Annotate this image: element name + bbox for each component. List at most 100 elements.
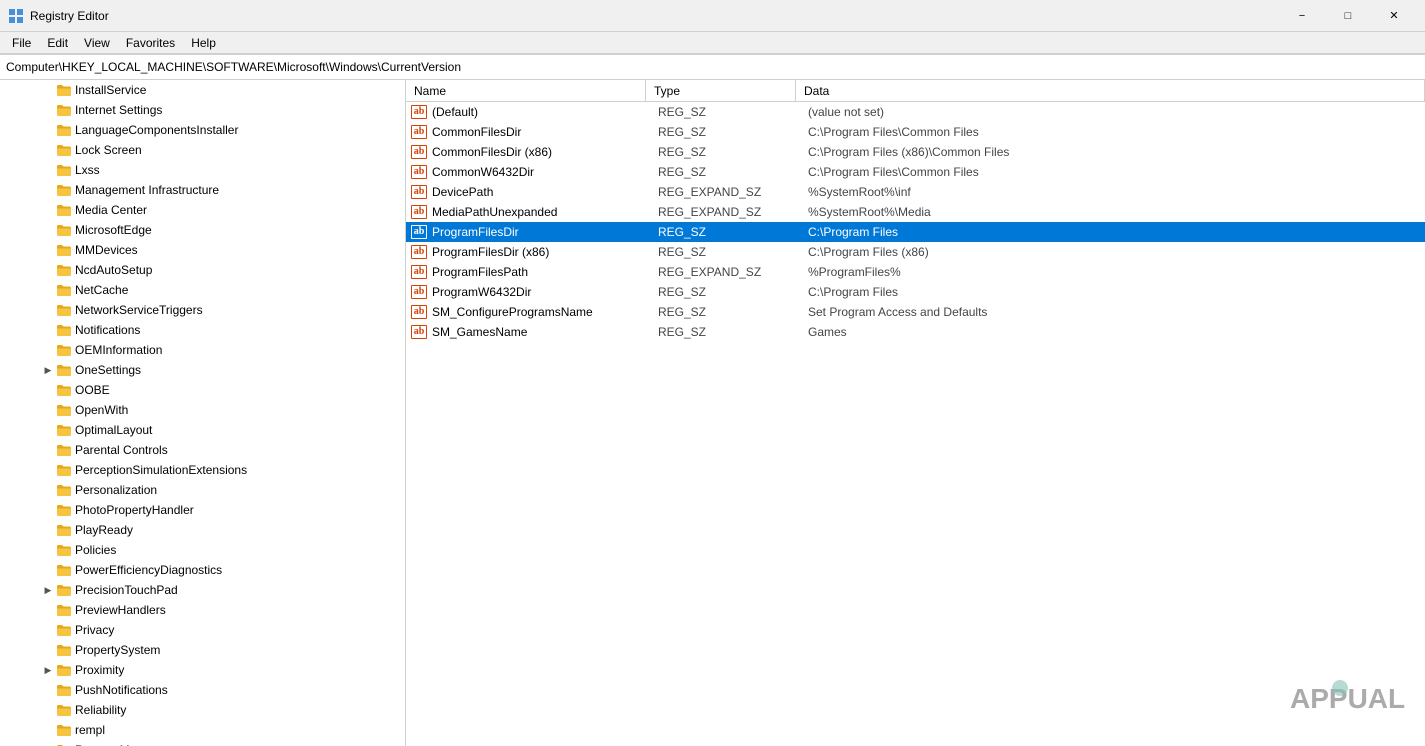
folder-icon (56, 162, 72, 178)
tree-item[interactable]: ▶ Media Center (0, 200, 405, 220)
registry-row[interactable]: ab DevicePath REG_EXPAND_SZ %SystemRoot%… (406, 182, 1425, 202)
tree-item-label: OneSettings (75, 363, 141, 377)
tree-item-label: MMDevices (75, 243, 138, 257)
close-button[interactable]: ✕ (1371, 0, 1417, 32)
folder-icon (56, 302, 72, 318)
watermark: APPUALS (1285, 673, 1405, 726)
registry-data: %SystemRoot%\Media (800, 205, 1425, 219)
tree-item[interactable]: ▶ OEMInformation (0, 340, 405, 360)
tree-item[interactable]: ▶ NetCache (0, 280, 405, 300)
registry-type: REG_SZ (650, 225, 800, 239)
expand-icon[interactable]: ▶ (40, 582, 56, 598)
registry-row[interactable]: ab SM_ConfigureProgramsName REG_SZ Set P… (406, 302, 1425, 322)
tree-item[interactable]: ▶ PreviewHandlers (0, 600, 405, 620)
tree-item-label: PhotoPropertyHandler (75, 503, 194, 517)
registry-type: REG_SZ (650, 305, 800, 319)
registry-type: REG_SZ (650, 165, 800, 179)
tree-item-label: Management Infrastructure (75, 183, 219, 197)
tree-item[interactable]: ▶ InstallService (0, 80, 405, 100)
folder-icon (56, 282, 72, 298)
registry-row[interactable]: ab ProgramW6432Dir REG_SZ C:\Program Fil… (406, 282, 1425, 302)
right-panel: Name Type Data ab (Default) REG_SZ (valu… (406, 80, 1425, 746)
tree-item[interactable]: ▶ Privacy (0, 620, 405, 640)
expand-icon[interactable]: ▶ (40, 662, 56, 678)
menu-favorites[interactable]: Favorites (118, 34, 183, 52)
menu-view[interactable]: View (76, 34, 118, 52)
tree-item[interactable]: ▶ Lock Screen (0, 140, 405, 160)
menu-file[interactable]: File (4, 34, 39, 52)
tree-item[interactable]: ▶ OpenWith (0, 400, 405, 420)
registry-row[interactable]: ab CommonFilesDir (x86) REG_SZ C:\Progra… (406, 142, 1425, 162)
tree-item[interactable]: ▶ Management Infrastructure (0, 180, 405, 200)
registry-row[interactable]: ab ProgramFilesDir REG_SZ C:\Program Fil… (406, 222, 1425, 242)
registry-row[interactable]: ab SM_GamesName REG_SZ Games (406, 322, 1425, 342)
tree-item[interactable]: ▶ OOBE (0, 380, 405, 400)
registry-row[interactable]: ab CommonFilesDir REG_SZ C:\Program File… (406, 122, 1425, 142)
tree-item[interactable]: ▶ PowerEfficiencyDiagnostics (0, 560, 405, 580)
folder-icon (56, 602, 72, 618)
expand-icon[interactable]: ▶ (40, 362, 56, 378)
tree-item[interactable]: ▶ PlayReady (0, 520, 405, 540)
tree-item[interactable]: ▶ Personalization (0, 480, 405, 500)
title-bar: Registry Editor − □ ✕ (0, 0, 1425, 32)
menu-help[interactable]: Help (183, 34, 224, 52)
tree-item[interactable]: ▶ PrecisionTouchPad (0, 580, 405, 600)
registry-type: REG_EXPAND_SZ (650, 185, 800, 199)
tree-item-label: OOBE (75, 383, 110, 397)
registry-name: MediaPathUnexpanded (430, 205, 650, 219)
col-header-name: Name (406, 80, 646, 101)
tree-item[interactable]: ▶ PropertySystem (0, 640, 405, 660)
tree-item-label: NetworkServiceTriggers (75, 303, 203, 317)
tree-item[interactable]: ▶ OptimalLayout (0, 420, 405, 440)
tree-item[interactable]: ▶ Policies (0, 540, 405, 560)
registry-value-icon: ab (410, 242, 430, 262)
registry-name: ProgramW6432Dir (430, 285, 650, 299)
folder-icon (56, 622, 72, 638)
tree-item[interactable]: ▶ OneSettings (0, 360, 405, 380)
folder-icon (56, 662, 72, 678)
registry-value-icon: ab (410, 142, 430, 162)
registry-name: SM_GamesName (430, 325, 650, 339)
tree-item[interactable]: ▶ NcdAutoSetup (0, 260, 405, 280)
tree-item[interactable]: ▶ Reliability (0, 700, 405, 720)
tree-item[interactable]: ▶ PhotoPropertyHandler (0, 500, 405, 520)
registry-type: REG_SZ (650, 105, 800, 119)
folder-icon (56, 82, 72, 98)
tree-item[interactable]: ▶ Lxss (0, 160, 405, 180)
tree-item[interactable]: ▶ Parental Controls (0, 440, 405, 460)
tree-item[interactable]: ▶ PerceptionSimulationExtensions (0, 460, 405, 480)
folder-icon (56, 582, 72, 598)
tree-item[interactable]: ▶ Notifications (0, 320, 405, 340)
registry-data: Set Program Access and Defaults (800, 305, 1425, 319)
registry-type: REG_SZ (650, 145, 800, 159)
registry-list[interactable]: ab (Default) REG_SZ (value not set) ab C… (406, 102, 1425, 746)
registry-row[interactable]: ab CommonW6432Dir REG_SZ C:\Program File… (406, 162, 1425, 182)
tree-item[interactable]: ▶ ReserveManager (0, 740, 405, 746)
maximize-button[interactable]: □ (1325, 0, 1371, 32)
tree-item[interactable]: ▶ PushNotifications (0, 680, 405, 700)
tree-item[interactable]: ▶ Proximity (0, 660, 405, 680)
registry-type: REG_EXPAND_SZ (650, 205, 800, 219)
tree-item[interactable]: ▶ Internet Settings (0, 100, 405, 120)
registry-value-icon: ab (410, 122, 430, 142)
tree-item[interactable]: ▶ LanguageComponentsInstaller (0, 120, 405, 140)
tree-item[interactable]: ▶ rempl (0, 720, 405, 740)
folder-icon (56, 442, 72, 458)
minimize-button[interactable]: − (1279, 0, 1325, 32)
registry-row[interactable]: ab ProgramFilesPath REG_EXPAND_SZ %Progr… (406, 262, 1425, 282)
registry-name: ProgramFilesPath (430, 265, 650, 279)
menu-edit[interactable]: Edit (39, 34, 76, 52)
tree-item[interactable]: ▶ NetworkServiceTriggers (0, 300, 405, 320)
folder-icon (56, 422, 72, 438)
folder-icon (56, 182, 72, 198)
tree-item[interactable]: ▶ MMDevices (0, 240, 405, 260)
registry-row[interactable]: ab (Default) REG_SZ (value not set) (406, 102, 1425, 122)
folder-icon (56, 702, 72, 718)
window-title: Registry Editor (30, 9, 109, 23)
tree-item[interactable]: ▶ MicrosoftEdge (0, 220, 405, 240)
tree-panel[interactable]: ▶ InstallService ▶ Internet Settings ▶ (0, 80, 406, 746)
registry-row[interactable]: ab MediaPathUnexpanded REG_EXPAND_SZ %Sy… (406, 202, 1425, 222)
registry-data: Games (800, 325, 1425, 339)
registry-row[interactable]: ab ProgramFilesDir (x86) REG_SZ C:\Progr… (406, 242, 1425, 262)
tree-item-label: InstallService (75, 83, 146, 97)
